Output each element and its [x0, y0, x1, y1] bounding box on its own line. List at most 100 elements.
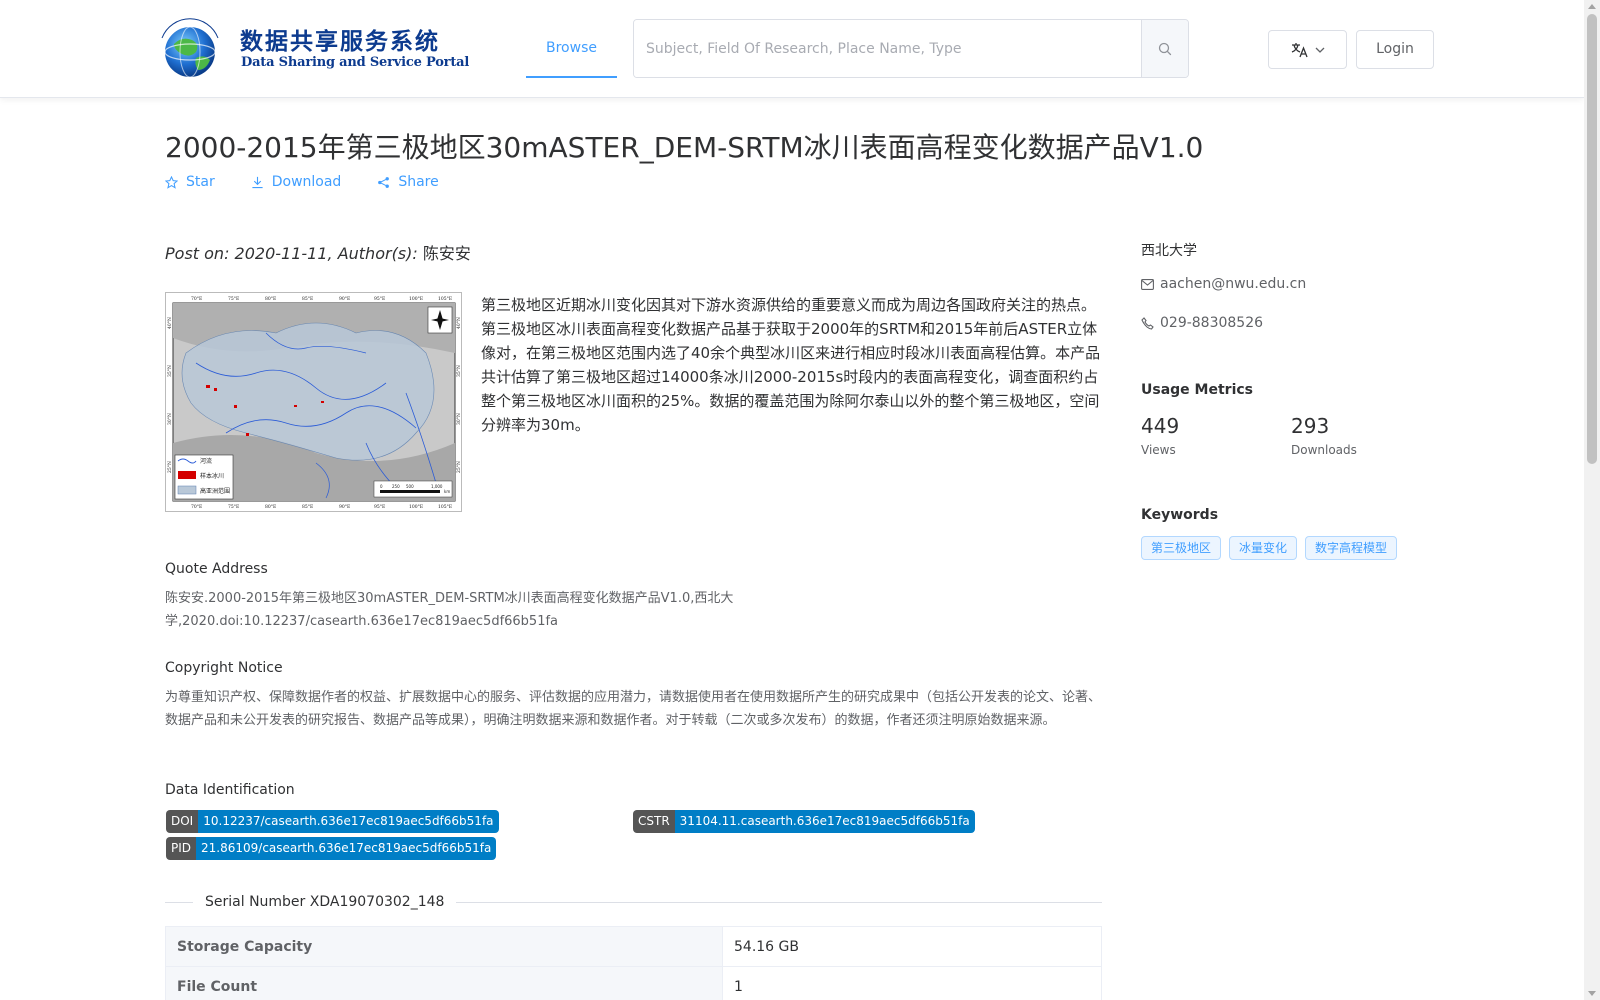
lat-label: 35°N — [167, 365, 173, 377]
scale-label-250: 250 — [392, 484, 400, 489]
lat-label: 40°N — [456, 317, 461, 329]
lon-label: 70°E — [191, 296, 202, 302]
table-row: Storage Capacity 54.16 GB — [165, 926, 1102, 967]
author-link[interactable]: 陈安安 — [423, 244, 471, 263]
mail-icon — [1141, 278, 1154, 290]
views-label: Views — [1141, 443, 1176, 457]
phone-icon — [1141, 316, 1154, 330]
quote-address-text: 陈安安.2000-2015年第三极地区30mASTER_DEM-SRTM冰川表面… — [165, 591, 734, 629]
lon-label: 90°E — [339, 296, 350, 302]
contact-phone-text: 029-88308526 — [1160, 315, 1264, 331]
doi-badge-value: 10.12237/casearth.636e17ec819aec5df66b51… — [198, 810, 499, 833]
top-header: 数据共享服务系统 Data Sharing and Service Portal… — [0, 0, 1584, 98]
lon-label: 95°E — [374, 296, 385, 302]
lon-label: 85°E — [302, 504, 313, 510]
search-icon — [1158, 42, 1172, 55]
table-key: File Count — [165, 966, 723, 1000]
dataset-thumbnail-map[interactable]: 河流 样本冰川 高亚洲范围 0 250 500 1,000 km 70°E 75… — [165, 292, 462, 512]
lat-label: 35°N — [456, 365, 461, 377]
cstr-badge[interactable]: CSTR 31104.11.casearth.636e17ec819aec5df… — [633, 810, 975, 833]
scroll-down-arrow-icon[interactable] — [1588, 991, 1596, 996]
lon-label: 105°E — [438, 296, 452, 302]
logo-chinese-title: 数据共享服务系统 — [240, 28, 440, 55]
post-date-label: Post on: 2020-11-11, Author(s): — [165, 244, 423, 263]
scale-unit: km — [444, 489, 450, 494]
data-identification-heading: Data Identification — [165, 782, 295, 798]
chevron-down-icon — [1315, 47, 1324, 53]
table-row: File Count 1 — [165, 966, 1102, 1000]
table-value: 54.16 GB — [722, 926, 1102, 967]
organization-name: 西北大学 — [1141, 243, 1197, 259]
lon-label: 95°E — [374, 504, 385, 510]
scroll-up-arrow-icon[interactable] — [1588, 4, 1596, 9]
lat-label: 30°N — [456, 413, 461, 425]
lon-label: 70°E — [191, 504, 202, 510]
lat-label: 25°N — [456, 461, 461, 473]
copyright-text: 为尊重知识产权、保障数据作者的权益、扩展数据中心的服务、评估数据的应用潜力，请数… — [165, 690, 1102, 728]
contact-email[interactable]: aachen@nwu.edu.cn — [1141, 276, 1306, 292]
downloads-count: 293 — [1291, 414, 1330, 438]
lat-label: 40°N — [167, 317, 173, 329]
keywords-heading: Keywords — [1141, 507, 1219, 523]
scale-label-500: 500 — [406, 484, 414, 489]
lon-label: 85°E — [302, 296, 313, 302]
nav-browse[interactable]: Browse — [526, 22, 617, 78]
cstr-badge-value: 31104.11.casearth.636e17ec819aec5df66b51… — [674, 810, 975, 833]
download-icon — [252, 176, 263, 188]
download-label: Download — [271, 174, 342, 190]
share-button[interactable]: Share — [377, 174, 439, 190]
keyword-tag[interactable]: 冰量变化 — [1229, 536, 1298, 560]
lon-label: 80°E — [265, 504, 276, 510]
search-button[interactable] — [1141, 20, 1188, 77]
search-bar — [633, 19, 1189, 78]
table-key: Storage Capacity — [165, 926, 723, 967]
pid-badge-key: PID — [166, 837, 197, 860]
lat-label: 25°N — [167, 461, 173, 473]
contact-phone: 029-88308526 — [1141, 315, 1263, 331]
cstr-badge-key: CSTR — [633, 810, 675, 833]
lon-label: 75°E — [228, 504, 239, 510]
login-button[interactable]: Login — [1356, 30, 1434, 69]
legend-sample-label: 样本冰川 — [200, 472, 224, 480]
lon-label: 100°E — [409, 296, 423, 302]
scrollbar-thumb[interactable] — [1587, 14, 1597, 464]
dataset-actions: Star Download Share — [165, 174, 439, 190]
translate-icon — [1291, 42, 1308, 57]
search-input[interactable] — [634, 20, 1142, 77]
logo-english-title: Data Sharing and Service Portal — [241, 55, 470, 70]
globe-logo-icon — [161, 18, 219, 78]
lon-label: 80°E — [265, 296, 276, 302]
doi-badge[interactable]: DOI 10.12237/casearth.636e17ec819aec5df6… — [166, 810, 499, 833]
legend-plateau-label: 高亚洲范围 — [200, 487, 230, 495]
table-value: 1 — [722, 966, 1102, 1000]
views-count: 449 — [1141, 414, 1180, 438]
download-button[interactable]: Download — [251, 174, 342, 190]
usage-metrics-heading: Usage Metrics — [1141, 382, 1253, 398]
language-switch-button[interactable] — [1268, 30, 1347, 69]
legend-river-label: 河流 — [200, 457, 212, 465]
doi-badge-key: DOI — [166, 810, 199, 833]
contact-email-text: aachen@nwu.edu.cn — [1160, 276, 1307, 292]
share-label: Share — [398, 174, 439, 190]
star-label: Star — [186, 174, 215, 190]
keyword-tag[interactable]: 数字高程模型 — [1305, 536, 1398, 560]
star-icon — [165, 175, 178, 189]
dataset-title: 2000-2015年第三极地区30mASTER_DEM-SRTM冰川表面高程变化… — [165, 131, 1204, 164]
page-scrollbar[interactable] — [1584, 0, 1600, 1000]
lon-label: 105°E — [438, 504, 452, 510]
lon-label: 100°E — [409, 504, 423, 510]
dataset-abstract: 第三极地区近期冰川变化因其对下游水资源供给的重要意义而成为周边各国政府关注的热点… — [481, 296, 1101, 434]
site-logo[interactable]: 数据共享服务系统 Data Sharing and Service Portal — [152, 18, 469, 82]
star-button[interactable]: Star — [165, 174, 215, 190]
keyword-tag[interactable]: 第三极地区 — [1141, 536, 1222, 560]
post-meta: Post on: 2020-11-11, Author(s): 陈安安 — [165, 240, 471, 264]
lon-label: 75°E — [228, 296, 239, 302]
share-icon — [378, 176, 390, 188]
dataset-info-table: Storage Capacity 54.16 GB File Count 1 — [165, 926, 1102, 1000]
serial-number: Serial Number XDA19070302_148 — [193, 894, 457, 910]
scale-label-1000: 1,000 — [431, 484, 443, 489]
pid-badge[interactable]: PID 21.86109/casearth.636e17ec819aec5df6… — [166, 837, 497, 860]
quote-address-heading: Quote Address — [165, 561, 268, 577]
downloads-label: Downloads — [1291, 443, 1357, 457]
lon-label: 90°E — [339, 504, 350, 510]
